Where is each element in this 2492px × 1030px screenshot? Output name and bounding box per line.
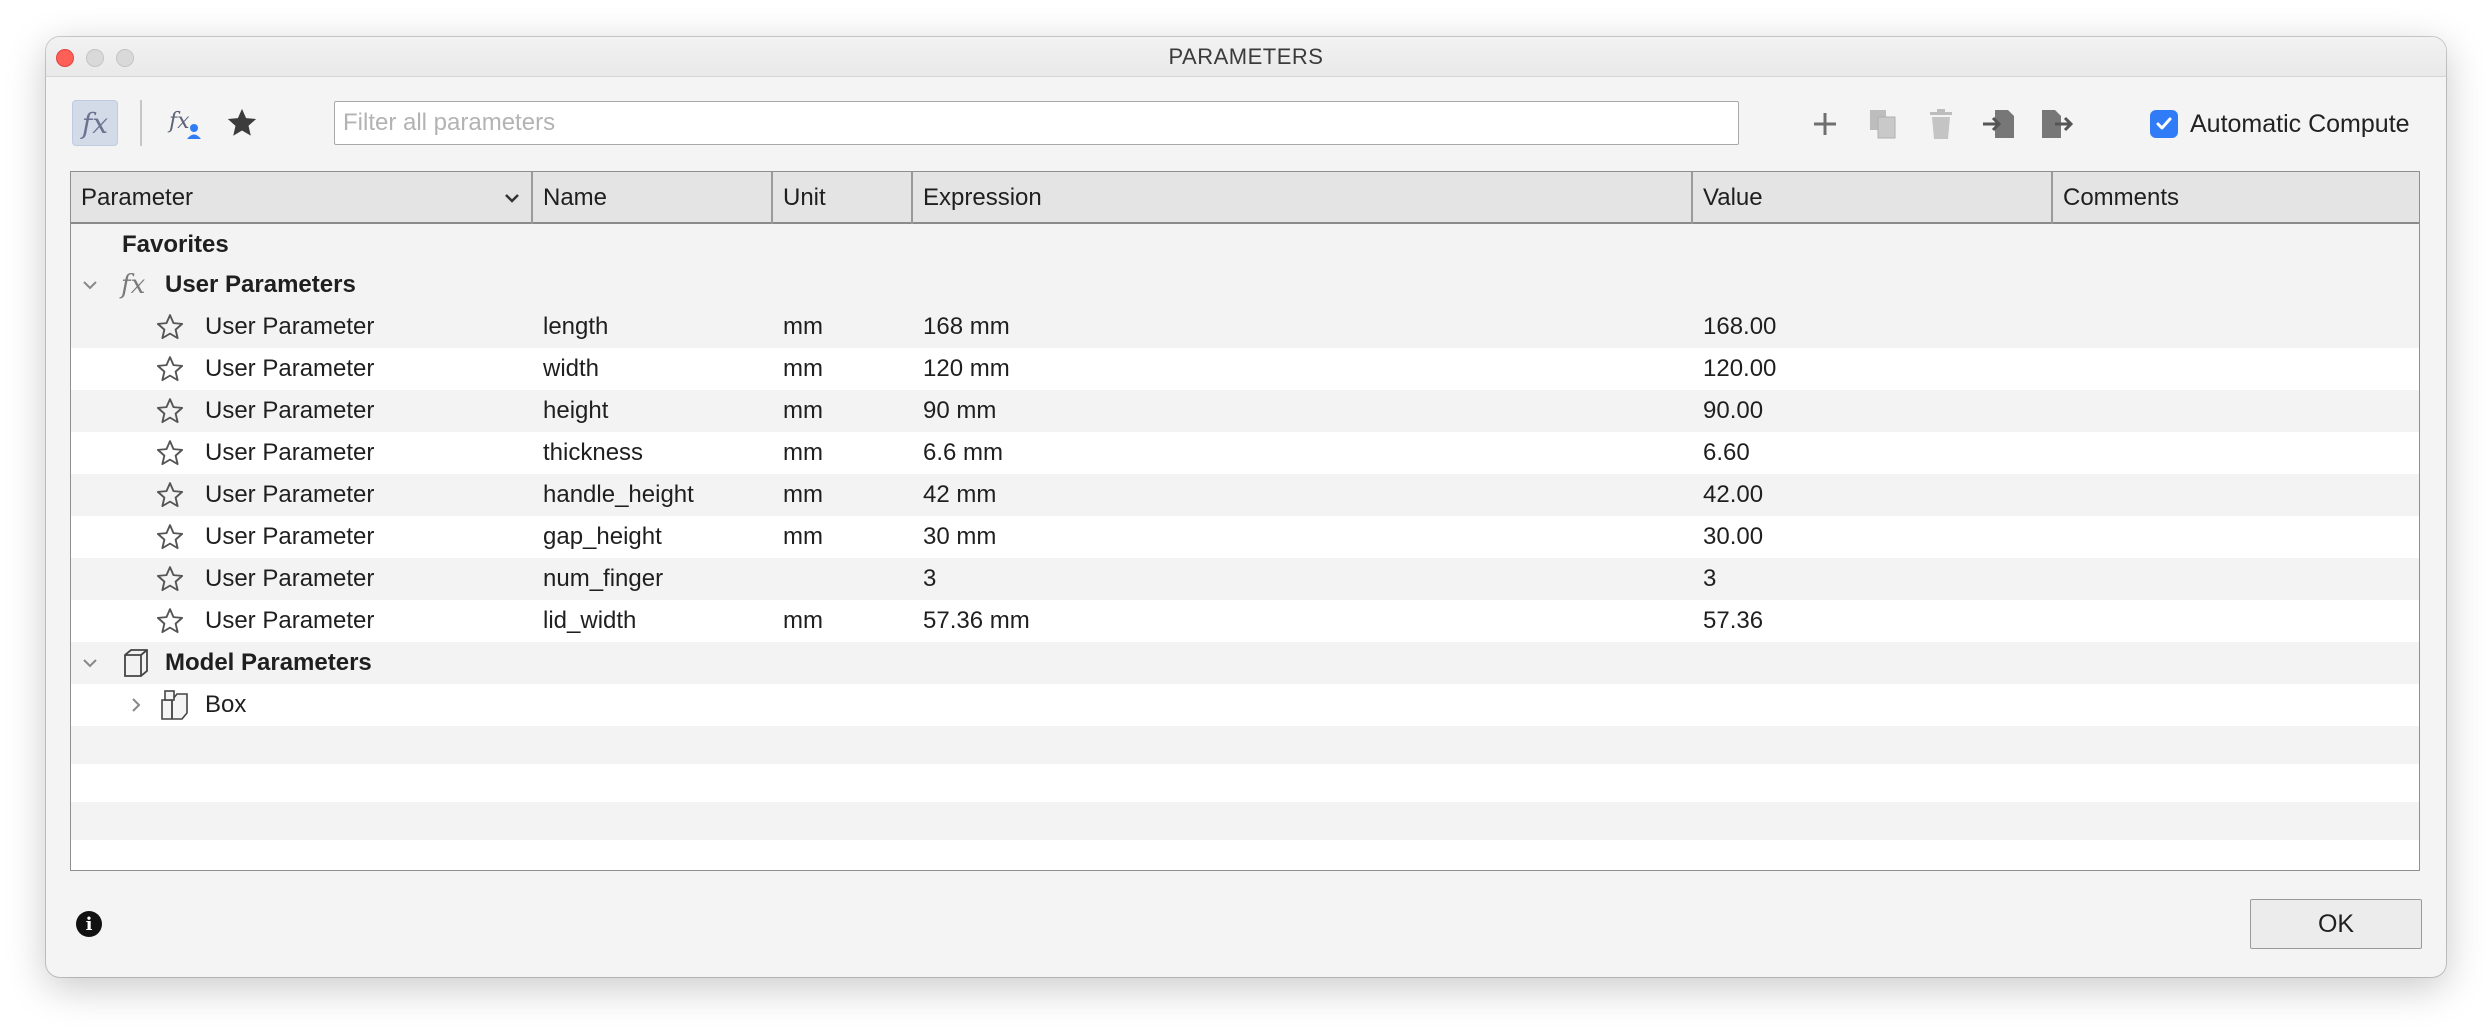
parameter-type-cell: User Parameter (205, 565, 375, 592)
parameter-expression-cell[interactable]: 6.6 mm (923, 432, 1003, 474)
fx-user-parameters-icon[interactable]: fx (162, 100, 208, 146)
parameter-type-cell: User Parameter (205, 313, 375, 340)
column-header-name[interactable]: Name (533, 172, 773, 224)
parameter-expression-cell[interactable]: 42 mm (923, 474, 996, 516)
star-outline-icon[interactable] (155, 474, 185, 516)
svg-text:fx: fx (167, 109, 190, 134)
parameter-name-cell[interactable]: thickness (543, 432, 643, 474)
star-outline-icon[interactable] (155, 390, 185, 432)
filter-input[interactable] (334, 101, 1739, 145)
export-icon[interactable] (2034, 101, 2080, 147)
parameter-value-cell: 168.00 (1703, 313, 1777, 340)
import-icon[interactable] (1976, 101, 2022, 147)
parameter-unit-cell: mm (783, 355, 823, 382)
parameter-expression-cell[interactable]: 90 mm (923, 390, 996, 432)
delete-icon[interactable] (1918, 101, 1964, 147)
parameter-type-cell: User Parameter (205, 523, 375, 550)
component-icon (159, 684, 193, 726)
parameter-value-cell: 3 (1703, 565, 1717, 592)
info-icon[interactable]: i (76, 911, 102, 937)
chevron-down-icon[interactable] (81, 264, 99, 306)
parameters-table: Parameter Name Unit Expression Value Com… (70, 171, 2420, 871)
star-outline-icon[interactable] (155, 600, 185, 642)
chevron-right-icon[interactable] (127, 684, 145, 726)
column-header-expression[interactable]: Expression (913, 172, 1693, 224)
parameter-type-cell: User Parameter (205, 355, 375, 382)
parameter-name-cell[interactable]: num_finger (543, 558, 663, 600)
parameter-value-cell: 6.60 (1703, 439, 1750, 466)
parameter-value-cell: 90.00 (1703, 397, 1764, 424)
table-row[interactable]: User Parameter thickness mm 6.6 mm 6.60 (71, 432, 2419, 474)
table-row[interactable]: User Parameter num_finger 3 3 (71, 558, 2419, 600)
star-outline-icon[interactable] (155, 348, 185, 390)
parameter-unit-cell: mm (783, 397, 823, 424)
checkmark-icon[interactable] (2150, 110, 2178, 138)
parameter-expression-cell[interactable]: 120 mm (923, 348, 1010, 390)
table-row[interactable]: User Parameter length mm 168 mm 168.00 (71, 306, 2419, 348)
star-outline-icon[interactable] (155, 432, 185, 474)
column-header-parameter[interactable]: Parameter (71, 172, 533, 224)
parameter-type-cell: User Parameter (205, 397, 375, 424)
parameter-value-cell: 120.00 (1703, 355, 1777, 382)
model-parameters-label: Model Parameters (165, 649, 372, 676)
parameter-unit-cell: mm (783, 523, 823, 550)
table-row[interactable]: User Parameter gap_height mm 30 mm 30.00 (71, 516, 2419, 558)
parameter-value-cell: 42.00 (1703, 481, 1764, 508)
parameter-unit-cell: mm (783, 439, 823, 466)
model-parameters-group-row[interactable]: Model Parameters (71, 642, 2419, 684)
parameter-expression-cell[interactable]: 57.36 mm (923, 600, 1030, 642)
automatic-compute-checkbox[interactable]: Automatic Compute (2150, 105, 2410, 143)
table-row[interactable]: User Parameter lid_width mm 57.36 mm 57.36 (71, 600, 2419, 642)
parameter-expression-cell[interactable]: 30 mm (923, 516, 996, 558)
empty-row (71, 764, 2419, 802)
parameter-unit-cell: mm (783, 313, 823, 340)
table-row[interactable]: User Parameter height mm 90 mm 90.00 (71, 390, 2419, 432)
parameter-type-cell: User Parameter (205, 439, 375, 466)
window-title: PARAMETERS (1168, 44, 1324, 69)
parameter-unit-cell: mm (783, 481, 823, 508)
chevron-down-icon[interactable] (81, 642, 99, 684)
model-child-label: Box (205, 691, 247, 718)
parameter-value-cell: 57.36 (1703, 607, 1764, 634)
column-header-comments[interactable]: Comments (2053, 172, 2419, 224)
parameter-type-cell: User Parameter (205, 607, 375, 634)
user-parameters-group-row[interactable]: fx User Parameters (71, 264, 2419, 306)
column-header-value[interactable]: Value (1693, 172, 2053, 224)
ok-button[interactable]: OK (2250, 899, 2422, 949)
table-row[interactable]: User Parameter handle_height mm 42 mm 42.00 (71, 474, 2419, 516)
fx-icon: fx (121, 270, 146, 300)
copy-icon[interactable] (1860, 101, 1906, 147)
cube-icon (119, 642, 151, 684)
parameter-name-cell[interactable]: gap_height (543, 516, 662, 558)
add-icon[interactable] (1802, 101, 1848, 147)
favorites-label: Favorites (122, 231, 229, 258)
title-bar: PARAMETERS (46, 37, 2446, 77)
parameter-name-cell[interactable]: height (543, 390, 608, 432)
star-favorites-icon[interactable] (219, 100, 265, 146)
parameter-expression-cell[interactable]: 3 (923, 558, 936, 600)
parameter-value-cell: 30.00 (1703, 523, 1764, 550)
parameter-name-cell[interactable]: lid_width (543, 600, 636, 642)
automatic-compute-label: Automatic Compute (2190, 109, 2410, 138)
toolbar-divider (140, 100, 142, 146)
user-parameters-label: User Parameters (165, 271, 356, 298)
table-row[interactable]: User Parameter width mm 120 mm 120.00 (71, 348, 2419, 390)
parameter-name-cell[interactable]: width (543, 348, 599, 390)
parameter-name-cell[interactable]: length (543, 306, 608, 348)
parameters-dialog: PARAMETERS fx fx Automatic Compute (46, 37, 2446, 977)
table-header: Parameter Name Unit Expression Value Com… (71, 172, 2419, 224)
empty-row (71, 726, 2419, 764)
star-outline-icon[interactable] (155, 558, 185, 600)
column-header-unit[interactable]: Unit (773, 172, 913, 224)
model-child-row[interactable]: Box (71, 684, 2419, 726)
favorites-group-row[interactable]: Favorites (71, 224, 2419, 266)
star-outline-icon[interactable] (155, 306, 185, 348)
parameter-type-cell: User Parameter (205, 481, 375, 508)
parameter-unit-cell: mm (783, 607, 823, 634)
star-outline-icon[interactable] (155, 516, 185, 558)
parameter-expression-cell[interactable]: 168 mm (923, 306, 1010, 348)
empty-row (71, 802, 2419, 840)
fx-all-parameters-icon[interactable]: fx (72, 100, 118, 146)
parameter-name-cell[interactable]: handle_height (543, 474, 694, 516)
